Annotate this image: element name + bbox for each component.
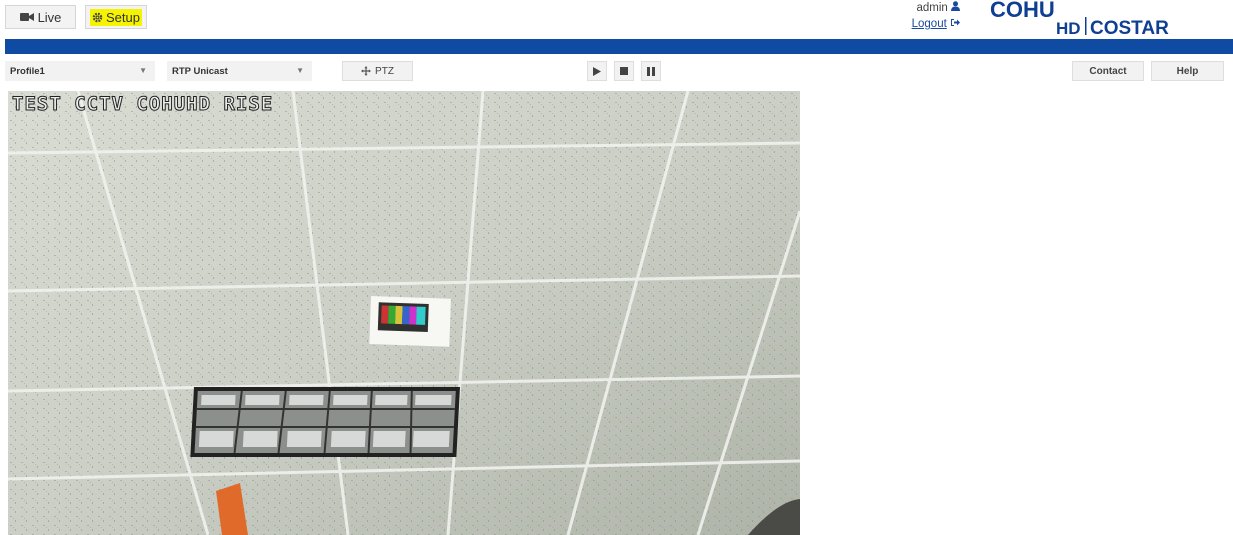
chevron-down-icon: ▼ [296,66,304,75]
ptz-label: PTZ [375,65,394,77]
play-button[interactable] [587,61,607,81]
stop-icon [620,67,628,75]
gear-icon [92,12,103,22]
ptz-button[interactable]: PTZ [342,61,413,81]
setup-label: Setup [106,9,140,25]
help-button[interactable]: Help [1151,61,1224,81]
profile-select-value: Profile1 [10,65,45,77]
control-bar: Profile1 ▼ RTP Unicast ▼ PTZ Contact Hel… [0,56,1233,86]
stop-button[interactable] [614,61,634,81]
profile-select[interactable]: Profile1 ▼ [5,61,155,81]
user-panel: admin Logout [905,0,960,32]
arrows-icon [361,66,372,76]
video-camera-icon [19,13,34,21]
setup-button[interactable]: Setup [85,5,147,29]
stream-select-value: RTP Unicast [172,65,228,77]
help-label: Help [1176,65,1199,77]
chevron-down-icon: ▼ [139,66,147,75]
logout-link[interactable]: Logout [912,16,947,32]
live-label: Live [37,9,62,25]
contact-button[interactable]: Contact [1072,61,1144,81]
contact-label: Contact [1089,65,1127,77]
live-button[interactable]: Live [5,5,76,29]
video-viewport[interactable]: TEST CCTV COHUHD RISE [8,91,800,535]
play-icon [593,66,601,76]
camera-feed-image [8,91,800,535]
top-bar: Live Setup admin Logout COHU HD COSTAR [0,0,1233,38]
sign-out-icon [951,19,960,26]
pause-icon [647,66,655,76]
logo-hd: HD [1056,19,1081,38]
pause-button[interactable] [641,61,661,81]
accent-bar [5,39,1233,54]
stream-select[interactable]: RTP Unicast ▼ [167,61,312,81]
osd-overlay-text: TEST CCTV COHUHD RISE [11,93,274,116]
cohu-costar-logo: COHU HD COSTAR [990,0,1169,38]
logo-cohu: COHU [990,0,1055,22]
username: admin [916,2,948,14]
user-icon [951,1,960,11]
logo-costar: COSTAR [1090,18,1169,38]
